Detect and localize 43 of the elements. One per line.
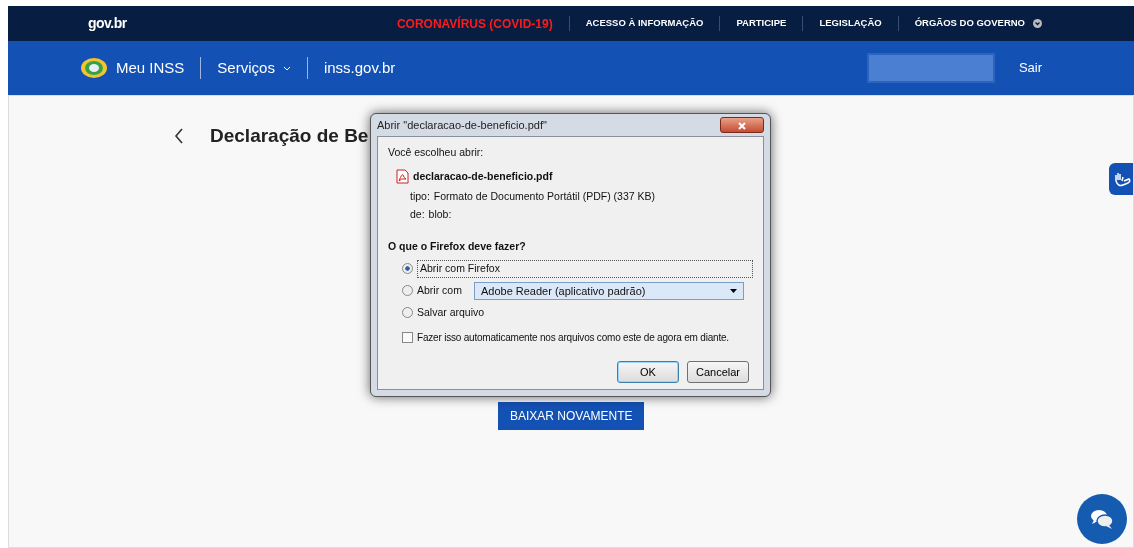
download-again-button[interactable]: BAIXAR NOVAMENTE bbox=[498, 402, 645, 430]
radio-button[interactable] bbox=[402, 263, 413, 275]
file-name: declaracao-de-beneficio.pdf bbox=[413, 168, 553, 184]
checkbox-label[interactable]: Fazer isso automaticamente nos arquivos como este de agora em diante. bbox=[417, 329, 729, 345]
caret-icon bbox=[729, 288, 737, 293]
cancel-button[interactable]: Cancelar bbox=[687, 360, 749, 383]
checkbox[interactable] bbox=[402, 331, 413, 343]
chevron-down-icon bbox=[1033, 19, 1042, 28]
dialog-question: O que o Firefox deve fazer? bbox=[388, 239, 527, 254]
logout-link[interactable]: Sair bbox=[1018, 58, 1042, 78]
page-title: Declaração de Be bbox=[210, 124, 369, 148]
detail-label: tipo: bbox=[410, 188, 430, 204]
detail-value: Formato de Documento Portátil (PDF) (337 KB) bbox=[433, 188, 656, 204]
dialog-intro: Você escolheu abrir: bbox=[388, 145, 485, 160]
top-nav-link[interactable]: ÓRGÃOS DO GOVERNO bbox=[897, 16, 1058, 31]
close-button[interactable] bbox=[720, 117, 764, 133]
top-nav-link[interactable]: LEGISLAÇÃO bbox=[802, 16, 898, 31]
option-label[interactable]: Abrir com Firefox bbox=[417, 259, 753, 278]
dialog-title: Abrir "declaracao-de-beneficio.pdf" bbox=[377, 117, 547, 133]
close-icon bbox=[738, 121, 746, 130]
inss-logo-icon bbox=[80, 57, 108, 79]
radio-button[interactable] bbox=[402, 307, 413, 319]
nav-link[interactable]: inss.gov.br bbox=[306, 56, 412, 80]
app-select[interactable]: Adobe Reader (aplicativo padrão) bbox=[473, 281, 744, 300]
govbr-logo[interactable]: gov.br bbox=[88, 13, 127, 34]
hands-icon bbox=[1114, 171, 1132, 188]
detail-value: blob: bbox=[428, 207, 452, 223]
sign-language-button[interactable] bbox=[1109, 163, 1133, 195]
pdf-file-icon bbox=[396, 169, 409, 185]
detail-label: de: bbox=[410, 207, 425, 223]
ok-button[interactable]: OK bbox=[617, 360, 679, 383]
radio-button[interactable] bbox=[402, 285, 413, 297]
top-nav-link[interactable]: PARTICIPE bbox=[719, 16, 803, 31]
chevron-down-icon bbox=[282, 65, 291, 71]
chat-icon bbox=[1090, 508, 1114, 530]
brand-name[interactable]: Meu INSS bbox=[116, 56, 201, 80]
option-label[interactable]: Salvar arquivo bbox=[417, 304, 485, 321]
nav-link[interactable]: Serviços bbox=[200, 56, 307, 80]
top-nav-link[interactable]: CORONAVÍRUS (COVID-19) bbox=[380, 14, 569, 33]
chat-button[interactable] bbox=[1077, 494, 1127, 544]
option-label[interactable]: Abrir com bbox=[417, 282, 462, 299]
back-icon[interactable] bbox=[174, 128, 184, 145]
top-nav-link[interactable]: ACESSO À INFORMAÇÃO bbox=[568, 16, 720, 31]
